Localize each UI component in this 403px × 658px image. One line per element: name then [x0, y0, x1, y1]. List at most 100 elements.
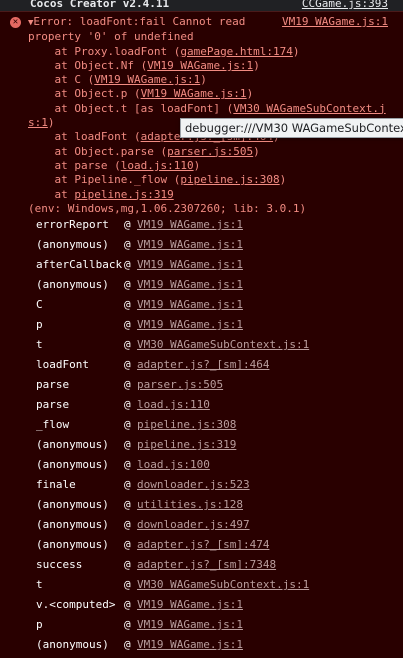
- stack-location-link[interactable]: VM19 WAGame.js:1: [137, 238, 243, 251]
- stack-location-link[interactable]: pipeline.js:319: [137, 438, 236, 451]
- previous-log-text: Cocos Creator v2.4.11: [30, 0, 170, 10]
- at-symbol: @: [124, 298, 131, 311]
- stack-location-link[interactable]: VM19 WAGame.js:1: [137, 218, 243, 231]
- at-symbol: @: [124, 438, 131, 451]
- stack-function-name: parse: [36, 398, 70, 411]
- trace-suffix: ): [292, 44, 300, 58]
- stack-row: p @ VM19 WAGame.js:1: [0, 316, 403, 336]
- stack-location-link[interactable]: load.js:110: [137, 398, 210, 411]
- trace-link[interactable]: pipeline.js:308: [180, 173, 279, 186]
- stack-function-name: t: [36, 338, 43, 351]
- trace-prefix: at Pipeline._flow (: [28, 173, 181, 187]
- stack-location-link[interactable]: adapter.js?_[sm]:464: [137, 358, 269, 371]
- stack-function-name: C: [36, 298, 43, 311]
- stack-function-name: (anonymous): [36, 638, 109, 651]
- trace-prefix: at parse (: [28, 158, 121, 172]
- at-symbol: @: [124, 378, 131, 391]
- stack-location-link[interactable]: VM19 WAGame.js:1: [137, 278, 243, 291]
- trace-suffix: ): [246, 87, 254, 101]
- stack-row: parse @ load.js:110: [0, 396, 403, 416]
- trace-suffix: ): [193, 158, 201, 172]
- stack-function-name: afterCallback: [36, 258, 123, 271]
- error-source-link[interactable]: VM19 WAGame.js:1: [282, 15, 388, 28]
- trace-line: at Pipeline._flow (pipeline.js:308): [28, 173, 395, 187]
- at-symbol: @: [124, 638, 131, 651]
- stack-row: (anonymous) @ VM19 WAGame.js:1: [0, 276, 403, 296]
- stack-location-link[interactable]: VM19 WAGame.js:1: [137, 618, 243, 631]
- at-symbol: @: [124, 538, 131, 551]
- trace-link[interactable]: load.js:110: [121, 159, 194, 172]
- stack-function-name: (anonymous): [36, 278, 109, 291]
- trace-prefix: at Object.Nf (: [28, 58, 148, 72]
- stack-function-name: p: [36, 318, 43, 331]
- trace-suffix: ): [200, 73, 207, 87]
- stack-location-link[interactable]: VM19 WAGame.js:1: [137, 298, 243, 311]
- stack-row: (anonymous) @ VM19 WAGame.js:1: [0, 236, 403, 256]
- trace-link[interactable]: parser.js:505: [167, 145, 253, 158]
- trace-link[interactable]: gamePage.html:174: [180, 45, 293, 58]
- stack-row: t @ VM30 WAGameSubContext.js:1: [0, 336, 403, 356]
- stack-location-link[interactable]: VM19 WAGame.js:1: [137, 318, 243, 331]
- trace-link[interactable]: VM19 WAGame.js:1: [141, 87, 247, 100]
- stack-location-link[interactable]: utilities.js:128: [137, 498, 243, 511]
- at-symbol: @: [124, 358, 131, 371]
- error-line-1: Error: loadFont:fail Cannot read: [33, 15, 246, 28]
- stack-function-name: (anonymous): [36, 458, 109, 471]
- trace-line: at pipeline.js:319: [28, 188, 395, 202]
- stack-row: errorReport @ VM19 WAGame.js:1: [0, 216, 403, 236]
- stack-location-link[interactable]: downloader.js:497: [137, 518, 250, 531]
- trace-line: at parse (load.js:110): [28, 159, 395, 173]
- stack-location-link[interactable]: VM19 WAGame.js:1: [137, 598, 243, 611]
- stack-row: (anonymous) @ VM19 WAGame.js:1: [0, 636, 403, 656]
- stack-location-link[interactable]: VM30 WAGameSubContext.js:1: [137, 338, 309, 351]
- error-env: (env: Windows,mg,1.06.2307260; lib: 3.0.…: [28, 201, 307, 215]
- at-symbol: @: [124, 218, 131, 231]
- stack-location-link[interactable]: VM19 WAGame.js:1: [137, 638, 243, 651]
- at-symbol: @: [124, 338, 131, 351]
- stack-location-link[interactable]: adapter.js?_[sm]:474: [137, 538, 269, 551]
- stack-location-link[interactable]: VM30 WAGameSubContext.js:1: [137, 578, 309, 591]
- at-symbol: @: [124, 278, 131, 291]
- call-stack: errorReport @ VM19 WAGame.js:1 (anonymous) @…: [0, 216, 403, 656]
- at-symbol: @: [124, 418, 131, 431]
- at-symbol: @: [124, 398, 131, 411]
- at-symbol: @: [124, 318, 131, 331]
- at-symbol: @: [124, 618, 131, 631]
- stack-row: p @ VM19 WAGame.js:1: [0, 616, 403, 636]
- trace-prefix: at C (: [28, 73, 95, 87]
- stack-row: afterCallback @ VM19 WAGame.js:1: [0, 256, 403, 276]
- trace-link[interactable]: VM30 WAGameSubContext.j: [233, 102, 385, 115]
- stack-row: loadFont @ adapter.js?_[sm]:464: [0, 356, 403, 376]
- at-symbol: @: [124, 458, 131, 471]
- stack-function-name: finale: [36, 478, 76, 491]
- at-symbol: @: [124, 238, 131, 251]
- stack-function-name: (anonymous): [36, 238, 109, 251]
- trace-prefix: at Proxy.loadFont (: [28, 44, 181, 58]
- trace-link[interactable]: VM19 WAGame.js:1: [147, 59, 253, 72]
- trace-prefix: at loadFont (: [28, 130, 141, 144]
- stack-function-name: parse: [36, 378, 70, 391]
- trace-prefix: at Object.parse (: [28, 144, 168, 158]
- trace-link[interactable]: VM19 WAGame.js:1: [94, 73, 200, 86]
- previous-log-source-link[interactable]: CCGame.js:393: [302, 0, 388, 10]
- trace-link[interactable]: s:1: [28, 116, 48, 129]
- stack-location-link[interactable]: pipeline.js:308: [137, 418, 236, 431]
- trace-line: at Object.Nf (VM19 WAGame.js:1): [28, 59, 395, 73]
- trace-link[interactable]: pipeline.js:319: [74, 188, 173, 201]
- at-symbol: @: [124, 558, 131, 571]
- stack-row: (anonymous) @ downloader.js:497: [0, 516, 403, 536]
- stack-function-name: _flow: [36, 418, 70, 431]
- trace-line: at Proxy.loadFont (gamePage.html:174): [28, 45, 395, 59]
- stack-row: (anonymous) @ load.js:100: [0, 456, 403, 476]
- stack-row: _flow @ pipeline.js:308: [0, 416, 403, 436]
- stack-location-link[interactable]: load.js:100: [137, 458, 210, 471]
- previous-log-line: Cocos Creator v2.4.11 CCGame.js:393: [0, 0, 403, 12]
- stack-function-name: (anonymous): [36, 498, 109, 511]
- stack-location-link[interactable]: adapter.js?_[sm]:7348: [137, 558, 276, 571]
- at-symbol: @: [124, 478, 131, 491]
- trace-line: at C (VM19 WAGame.js:1): [28, 73, 395, 87]
- stack-location-link[interactable]: VM19 WAGame.js:1: [137, 258, 243, 271]
- stack-location-link[interactable]: parser.js:505: [137, 378, 223, 391]
- stack-function-name: p: [36, 618, 43, 631]
- stack-location-link[interactable]: downloader.js:523: [137, 478, 250, 491]
